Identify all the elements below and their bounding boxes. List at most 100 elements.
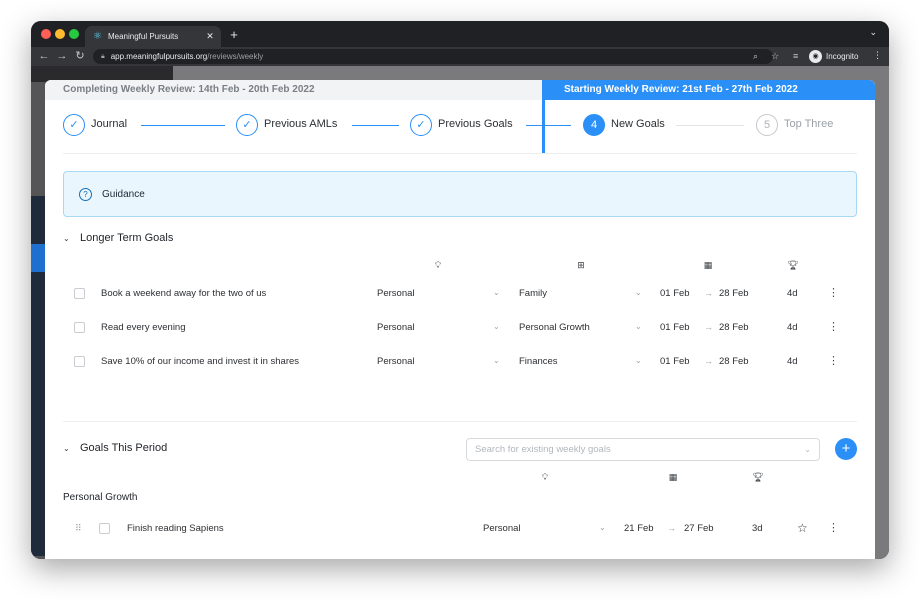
goal-type-select[interactable]: Personal xyxy=(377,322,415,333)
goal-start-date[interactable]: 01 Feb xyxy=(660,356,690,367)
goal-area-select[interactable]: Personal Growth xyxy=(519,322,590,333)
guidance-label: Guidance xyxy=(102,188,145,200)
chevron-down-icon[interactable]: ⌄ xyxy=(635,288,642,297)
close-window-button[interactable] xyxy=(41,29,51,39)
row-menu-icon[interactable]: ⋮ xyxy=(828,521,839,534)
longer-term-goals-title: Longer Term Goals xyxy=(80,232,174,244)
forward-icon[interactable]: → xyxy=(55,49,69,63)
trophy-icon: 🏆︎ xyxy=(787,260,799,270)
step-new-goals-label[interactable]: New Goals xyxy=(611,118,665,130)
step-journal-check-icon[interactable]: ✓ xyxy=(63,114,85,136)
goal-duration: 4d xyxy=(787,322,798,333)
reading-list-icon[interactable]: ≡ xyxy=(793,49,798,64)
browser-tabbar: ⚛ Meaningful Pursuits ✕ + ⌄ xyxy=(31,21,889,47)
chevron-down-icon[interactable]: ⌄ xyxy=(599,523,606,532)
goal-type-select[interactable]: Personal xyxy=(483,523,521,534)
guidance-panel[interactable]: ? Guidance xyxy=(63,171,857,217)
lock-icon: 🔒︎ xyxy=(101,52,105,60)
address-bar[interactable]: 🔒︎ app.meaningfulpursuits.org/reviews/we… xyxy=(93,49,773,64)
longer-term-goal-row: Book a weekend away for the two of us Pe… xyxy=(63,278,857,310)
browser-toolbar: ← → ↻ 🔒︎ app.meaningfulpursuits.org/revi… xyxy=(31,47,889,66)
goal-end-date[interactable]: 28 Feb xyxy=(719,322,749,333)
page-viewport: Completing Weekly Review: 14th Feb - 20t… xyxy=(31,66,889,559)
lightbulb-icon: 💡︎ xyxy=(541,472,549,482)
step-previous-goals-label[interactable]: Previous Goals xyxy=(438,118,513,130)
arrow-right-icon: → xyxy=(704,356,713,366)
chevron-down-icon[interactable]: ⌄ xyxy=(493,356,500,365)
goals-this-period-title: Goals This Period xyxy=(80,442,168,454)
zoom-icon[interactable]: ⌕ xyxy=(753,49,758,64)
chevron-down-icon[interactable]: ⌄ xyxy=(63,444,73,453)
incognito-label: Incognito xyxy=(826,52,859,61)
back-icon[interactable]: ← xyxy=(37,49,51,63)
add-goal-button[interactable]: + xyxy=(835,438,857,460)
goal-title[interactable]: Book a weekend away for the two of us xyxy=(101,288,266,299)
chevron-down-icon[interactable]: ⌄ xyxy=(635,356,642,365)
goal-checkbox[interactable] xyxy=(74,288,85,299)
step-top-three-number[interactable]: 5 xyxy=(756,114,778,136)
step-previous-goals-check-icon[interactable]: ✓ xyxy=(410,114,432,136)
tab-close-icon[interactable]: ✕ xyxy=(203,31,217,42)
section-divider xyxy=(63,421,857,422)
step-journal-label[interactable]: Journal xyxy=(91,118,127,130)
chevron-down-icon[interactable]: ⌄ xyxy=(804,439,811,460)
existing-goals-search[interactable]: Search for existing weekly goals ⌄ xyxy=(466,438,820,461)
goals-this-period-header[interactable]: ⌄ Goals This Period xyxy=(63,442,167,454)
star-icon[interactable]: ☆ xyxy=(797,521,808,535)
arrow-right-icon: → xyxy=(704,288,713,298)
calendar-icon: ▦ xyxy=(703,260,713,270)
goal-end-date[interactable]: 27 Feb xyxy=(684,523,714,534)
browser-window: ⚛ Meaningful Pursuits ✕ + ⌄ ← → ↻ 🔒︎ app… xyxy=(31,21,889,559)
row-menu-icon[interactable]: ⋮ xyxy=(828,354,839,367)
chevron-down-icon[interactable]: ⌄ xyxy=(493,288,500,297)
chevron-down-icon[interactable]: ⌄ xyxy=(635,322,642,331)
react-atom-icon: ⚛ xyxy=(93,31,102,42)
drag-handle-icon[interactable]: ⠿ xyxy=(75,523,82,534)
step-previous-amls-label[interactable]: Previous AMLs xyxy=(264,118,337,130)
step-new-goals-number[interactable]: 4 xyxy=(583,114,605,136)
goal-end-date[interactable]: 28 Feb xyxy=(719,356,749,367)
lightbulb-icon: 💡︎ xyxy=(434,260,442,270)
arrow-right-icon: → xyxy=(667,523,676,533)
minimize-window-button[interactable] xyxy=(55,29,65,39)
arrow-right-icon: → xyxy=(704,322,713,332)
goal-checkbox[interactable] xyxy=(99,523,110,534)
calendar-icon: ▦ xyxy=(668,472,678,482)
goal-type-select[interactable]: Personal xyxy=(377,288,415,299)
goal-start-date[interactable]: 01 Feb xyxy=(660,288,690,299)
tab-search-icon[interactable]: ⌄ xyxy=(869,27,877,38)
new-tab-button[interactable]: + xyxy=(227,27,241,42)
row-menu-icon[interactable]: ⋮ xyxy=(828,320,839,333)
url-path: /reviews/weekly xyxy=(207,52,264,61)
bookmark-star-icon[interactable]: ☆ xyxy=(771,49,779,64)
reload-icon[interactable]: ↻ xyxy=(73,49,87,63)
goal-end-date[interactable]: 28 Feb xyxy=(719,288,749,299)
chevron-down-icon[interactable]: ⌄ xyxy=(493,322,500,331)
step-top-three-label[interactable]: Top Three xyxy=(784,118,833,130)
goal-area-select[interactable]: Finances xyxy=(519,356,558,367)
goal-duration: 3d xyxy=(752,523,763,534)
goal-start-date[interactable]: 21 Feb xyxy=(624,523,654,534)
goal-start-date[interactable]: 01 Feb xyxy=(660,322,690,333)
browser-tab[interactable]: ⚛ Meaningful Pursuits ✕ xyxy=(85,26,221,47)
step-previous-amls-check-icon[interactable]: ✓ xyxy=(236,114,258,136)
goal-type-select[interactable]: Personal xyxy=(377,356,415,367)
browser-menu-icon[interactable]: ⋮ xyxy=(873,50,882,61)
search-placeholder: Search for existing weekly goals xyxy=(475,444,611,455)
step-connector xyxy=(676,125,744,126)
longer-term-goals-header[interactable]: ⌄ Longer Term Goals xyxy=(63,232,173,244)
goal-duration: 4d xyxy=(787,356,798,367)
goal-title[interactable]: Finish reading Sapiens xyxy=(127,523,224,534)
goal-title[interactable]: Read every evening xyxy=(101,322,186,333)
goal-checkbox[interactable] xyxy=(74,322,85,333)
period-divider xyxy=(542,80,545,153)
goal-duration: 4d xyxy=(787,288,798,299)
goal-checkbox[interactable] xyxy=(74,356,85,367)
goal-area-select[interactable]: Family xyxy=(519,288,547,299)
chevron-down-icon[interactable]: ⌄ xyxy=(63,234,73,243)
maximize-window-button[interactable] xyxy=(69,29,79,39)
row-menu-icon[interactable]: ⋮ xyxy=(828,286,839,299)
goal-title[interactable]: Save 10% of our income and invest it in … xyxy=(101,356,299,367)
completing-review-label: Completing Weekly Review: 14th Feb - 20t… xyxy=(63,84,315,95)
incognito-indicator[interactable]: ◉ Incognito xyxy=(809,50,858,63)
